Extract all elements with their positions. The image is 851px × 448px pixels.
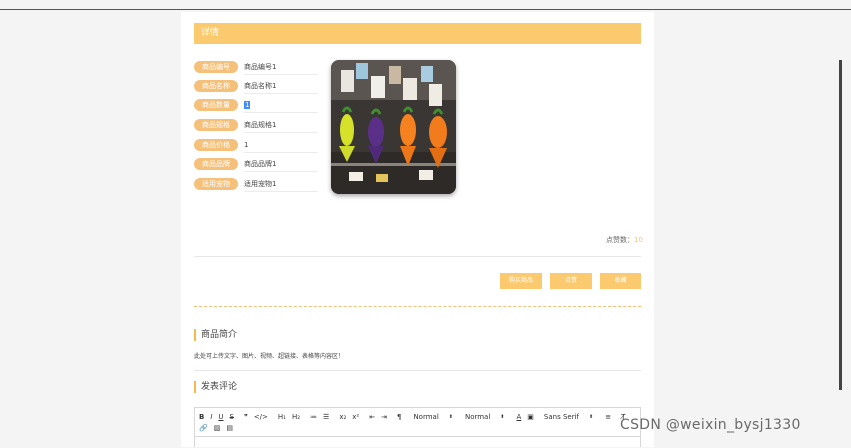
like-count-label: 点赞数： [606, 236, 634, 244]
background-color-icon[interactable]: ▣ [527, 413, 534, 421]
bullet-list-icon[interactable]: ☰ [323, 413, 329, 421]
h1-icon[interactable]: H₁ [278, 413, 286, 421]
text-direction-icon[interactable]: ¶ [397, 413, 401, 421]
font-select[interactable]: Sans Serif ⬍ [544, 413, 593, 421]
field-value: 商品规格1 [244, 119, 318, 133]
selected-value: 1 [244, 101, 251, 109]
field-value: 商品编号1 [244, 61, 318, 75]
field-label: 商品品牌 [194, 158, 238, 170]
product-image [331, 60, 456, 194]
field-label: 商品数量 [194, 99, 238, 111]
indent-decrease-icon[interactable]: ⇤ [369, 413, 375, 421]
image-icon[interactable]: ▨ [214, 424, 221, 432]
field-value: 商品名称1 [244, 80, 318, 94]
video-icon[interactable]: ▤ [226, 424, 233, 432]
strike-icon[interactable]: S [230, 413, 234, 421]
intro-text: 此处可上传文字、图片、视频、超链接、表格等内容区！ [194, 353, 345, 360]
header-select[interactable]: Normal ⬍ [413, 413, 453, 421]
detail-header: 详情 [194, 23, 641, 44]
field-label: 商品编号 [194, 61, 238, 73]
like-count-value: 10 [634, 236, 643, 244]
editor-toolbar-row-2: 🔗 ▨ ▤ [199, 422, 239, 434]
watermark: CSDN @weixin_bysj1330 [620, 417, 801, 433]
chevron-down-icon: ⬍ [589, 414, 594, 420]
blockquote-icon[interactable]: ❞ [244, 413, 248, 421]
underline-icon[interactable]: U [218, 413, 223, 421]
dashed-divider [194, 306, 641, 307]
field-label: 适用宠物 [194, 178, 238, 190]
font-color-icon[interactable]: A [517, 413, 522, 421]
intro-title: 商品简介 [194, 329, 237, 341]
chevron-down-icon: ⬍ [448, 414, 453, 420]
superscript-icon[interactable]: x² [352, 413, 359, 421]
top-border [0, 9, 851, 10]
editor-toolbar: B I U S ❞ </> H₁ H₂ ≔ ☰ x₂ x² ⇤ ⇥ ¶ Norm… [199, 411, 631, 423]
code-icon[interactable]: </> [254, 413, 268, 421]
ordered-list-icon[interactable]: ≔ [310, 413, 317, 421]
divider [194, 370, 641, 371]
comment-title: 发表评论 [194, 381, 237, 393]
editor-content[interactable] [195, 436, 640, 448]
italic-icon[interactable]: I [210, 413, 212, 421]
comment-editor: B I U S ❞ </> H₁ H₂ ≔ ☰ x₂ x² ⇤ ⇥ ¶ Norm… [194, 407, 641, 447]
favorite-button[interactable]: 收藏 [600, 273, 641, 289]
like-button[interactable]: 点赞 [550, 273, 592, 289]
like-count: 点赞数：10 [606, 235, 643, 245]
bold-icon[interactable]: B [199, 413, 204, 421]
field-value: 1 [244, 139, 318, 153]
indent-increase-icon[interactable]: ⇥ [381, 413, 387, 421]
size-select[interactable]: Normal ⬍ [465, 413, 505, 421]
field-label: 商品价格 [194, 139, 238, 151]
h2-icon[interactable]: H₂ [292, 413, 300, 421]
buy-button[interactable]: 购买商品 [500, 273, 542, 289]
field-label: 商品名称 [194, 80, 238, 92]
link-icon[interactable]: 🔗 [199, 424, 208, 432]
align-icon[interactable]: ≡ [605, 413, 611, 421]
chevron-down-icon: ⬍ [500, 414, 505, 420]
field-label: 商品规格 [194, 119, 238, 131]
field-value: 适用宠物1 [244, 178, 318, 192]
divider [194, 256, 641, 257]
field-value: 商品品牌1 [244, 158, 318, 172]
scrollbar[interactable] [839, 60, 842, 390]
subscript-icon[interactable]: x₂ [339, 413, 346, 421]
field-value: 1 [244, 99, 318, 113]
